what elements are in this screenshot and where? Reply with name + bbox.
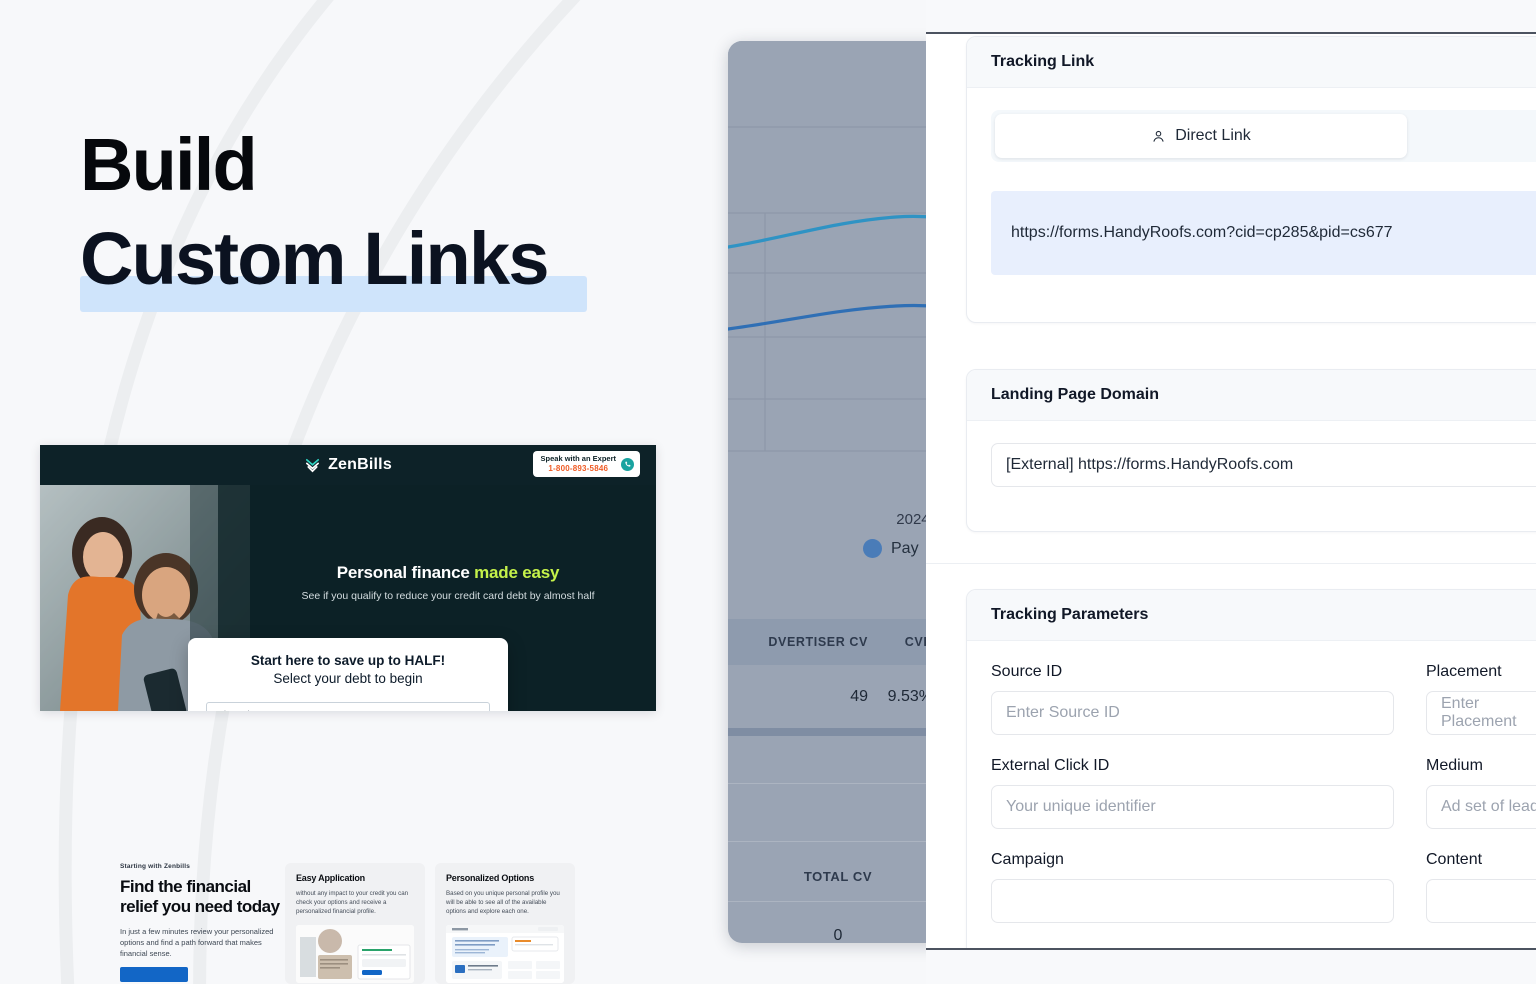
field-external-click-id: External Click ID Your unique identifier bbox=[991, 757, 1394, 829]
expert-label: Speak with an Expert bbox=[540, 454, 616, 463]
input-campaign[interactable] bbox=[991, 879, 1394, 923]
page-root: Build Custom Links ZenBills Speak with a… bbox=[0, 0, 1536, 984]
label-content: Content bbox=[1426, 851, 1483, 868]
field-campaign: Campaign bbox=[991, 851, 1394, 923]
label-source-id: Source ID bbox=[991, 663, 1063, 680]
panel-top-bar bbox=[926, 0, 1536, 34]
banner-headline: Personal finance bbox=[336, 563, 475, 582]
banner-hero-copy: Personal finance made easy See if you qu… bbox=[240, 563, 656, 602]
label-placement: Placement bbox=[1426, 663, 1502, 680]
lead-capture-card: Start here to save up to HALF! Select yo… bbox=[188, 638, 508, 711]
column-header-advertiser-cv: DVERTISER CV bbox=[768, 635, 868, 649]
card-tracking-link: Tracking Link Direct Link https://forms.… bbox=[966, 36, 1536, 323]
tracking-link-panel: Tracking Link Direct Link https://forms.… bbox=[926, 0, 1536, 984]
headline-line-1: Build bbox=[80, 123, 258, 206]
panel-section-divider bbox=[926, 563, 1536, 564]
cell-advertiser-cv: 49 bbox=[850, 688, 868, 705]
marketing-column: Build Custom Links ZenBills Speak with a… bbox=[0, 0, 730, 984]
article-card-title: Personalized Options bbox=[446, 873, 535, 883]
card-title-tracking-link: Tracking Link bbox=[967, 37, 1536, 88]
phone-badge-icon bbox=[621, 457, 634, 471]
link-type-segmented-control: Direct Link bbox=[991, 110, 1536, 162]
chart-legend: Pay bbox=[863, 539, 919, 558]
zenbills-logo: ZenBills bbox=[304, 456, 392, 474]
input-placement[interactable]: Enter Placement bbox=[1426, 691, 1536, 735]
debt-amount-select[interactable]: Select Debt Amount bbox=[206, 702, 490, 711]
banner-navbar: ZenBills Speak with an Expert 1-800-893-… bbox=[40, 445, 656, 485]
page-title: Build Custom Links bbox=[80, 118, 680, 312]
user-icon bbox=[1153, 130, 1164, 142]
input-medium[interactable]: Ad set of lead bbox=[1426, 785, 1536, 829]
input-content[interactable] bbox=[1426, 879, 1536, 923]
article-card-screenshot bbox=[296, 925, 414, 983]
zenbills-banner: ZenBills Speak with an Expert 1-800-893-… bbox=[40, 445, 656, 711]
speak-with-expert-chip[interactable]: Speak with an Expert 1-800-893-5846 bbox=[532, 451, 640, 477]
article-card-body: without any impact to your credit you ca… bbox=[296, 890, 409, 915]
article-eyebrow: Starting with Zenbills bbox=[120, 863, 191, 870]
article-card-body: Based on you unique personal profile you… bbox=[446, 890, 560, 915]
field-medium: Medium Ad set of lead bbox=[1426, 757, 1536, 829]
zenbills-mark-icon bbox=[306, 458, 320, 472]
article-body: In just a few minutes review your person… bbox=[120, 927, 274, 958]
input-external-click-id[interactable]: Your unique identifier bbox=[991, 785, 1394, 829]
field-placement: Placement Enter Placement bbox=[1426, 663, 1536, 735]
lead-card-title: Start here to save up to HALF! bbox=[250, 653, 446, 668]
card-tracking-parameters: Tracking Parameters Source ID Enter Sour… bbox=[966, 589, 1536, 984]
lead-card-subtitle: Select your debt to begin bbox=[273, 671, 423, 686]
zenbills-wordmark: ZenBills bbox=[328, 456, 392, 473]
field-source-id: Source ID Enter Source ID bbox=[991, 663, 1394, 735]
article-cta-button[interactable] bbox=[120, 967, 188, 982]
legend-label: Pay bbox=[891, 539, 919, 557]
banner-body: Personal finance made easy See if you qu… bbox=[40, 485, 656, 711]
tracking-parameters-grid: Source ID Enter Source ID Placement Ente… bbox=[991, 663, 1536, 923]
generated-tracking-url[interactable]: https://forms.HandyRoofs.com?cid=cp285&p… bbox=[991, 191, 1536, 275]
article-card-screenshot bbox=[446, 925, 564, 983]
panel-bottom-bar bbox=[926, 948, 1536, 984]
field-content: Content bbox=[1426, 851, 1536, 923]
landing-page-domain-input[interactable]: [External] https://forms.HandyRoofs.com bbox=[991, 443, 1536, 487]
direct-link-tab-label: Direct Link bbox=[1175, 127, 1251, 144]
expert-phone: 1-800-893-5846 bbox=[548, 464, 609, 473]
article-intro: Starting with Zenbills Find the financia… bbox=[120, 863, 280, 982]
legend-dot-icon bbox=[863, 539, 882, 558]
direct-link-tab[interactable]: Direct Link bbox=[995, 114, 1407, 158]
article-card-personalized-options: Personalized Options Based on you unique… bbox=[435, 863, 575, 984]
chevron-down-icon bbox=[473, 710, 481, 712]
total-cv-label: TOTAL CV bbox=[803, 869, 873, 884]
article-strip: Starting with Zenbills Find the financia… bbox=[110, 855, 690, 984]
input-source-id[interactable]: Enter Source ID bbox=[991, 691, 1394, 735]
label-medium: Medium bbox=[1426, 757, 1483, 774]
article-title: Find the financial relief you need today bbox=[120, 877, 280, 916]
article-card-easy-application: Easy Application without any impact to y… bbox=[285, 863, 425, 984]
debt-amount-placeholder: Select Debt Amount bbox=[215, 709, 281, 711]
label-external-click-id: External Click ID bbox=[991, 757, 1110, 774]
card-title-tracking-parameters: Tracking Parameters bbox=[967, 590, 1536, 641]
card-landing-page-domain: Landing Page Domain [External] https://f… bbox=[966, 369, 1536, 532]
banner-subheadline: See if you qualify to reduce your credit… bbox=[301, 590, 595, 602]
total-cv-value: 0 bbox=[833, 927, 843, 943]
article-card-title: Easy Application bbox=[296, 873, 365, 883]
label-campaign: Campaign bbox=[991, 851, 1064, 868]
card-title-landing-page-domain: Landing Page Domain bbox=[967, 370, 1536, 421]
headline-line-2: Custom Links bbox=[80, 217, 549, 300]
cell-cvr: 9.53% bbox=[887, 688, 933, 705]
banner-headline-accent: made easy bbox=[474, 563, 560, 582]
